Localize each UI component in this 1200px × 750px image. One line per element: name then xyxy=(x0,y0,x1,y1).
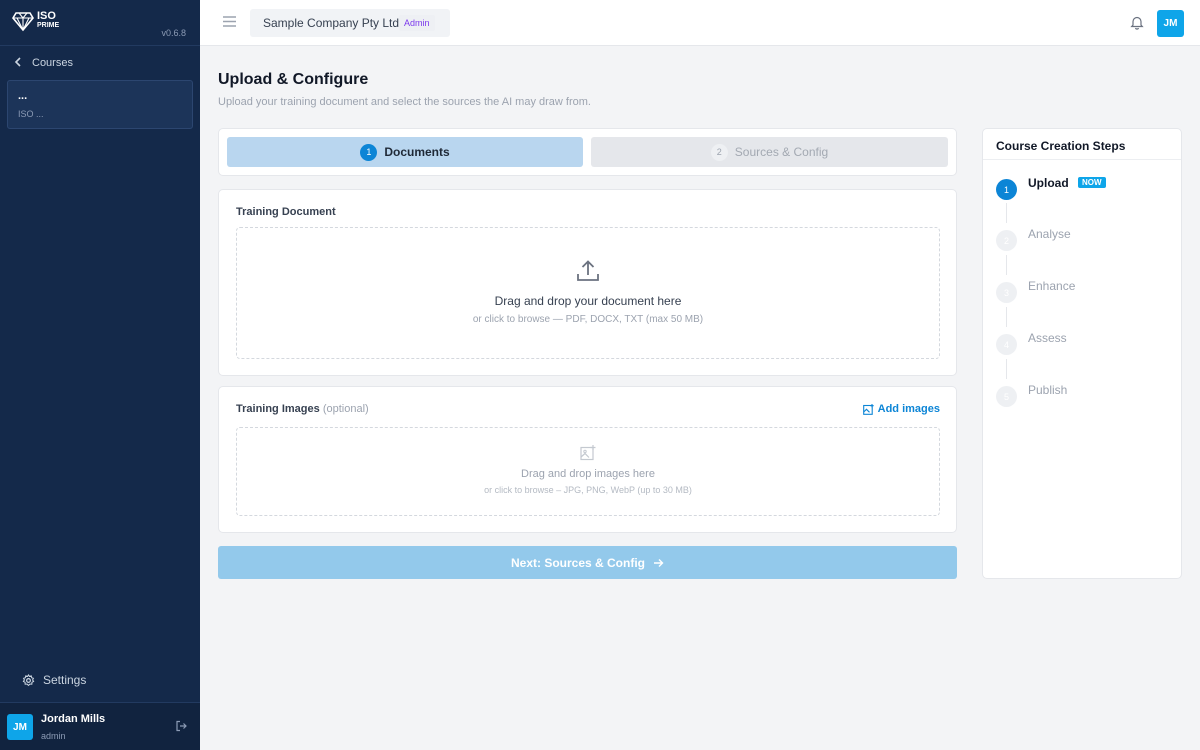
tab-number: 2 xyxy=(710,143,728,161)
image-add-icon xyxy=(862,403,874,415)
step-label-text: Upload xyxy=(1028,176,1069,190)
training-images-title: Training Images xyxy=(236,403,320,415)
next-button[interactable]: Next: Sources & Config xyxy=(218,546,957,579)
step-number: 2 xyxy=(996,230,1017,251)
next-button-label: Next: Sources & Config xyxy=(510,555,645,570)
back-link-label: Courses xyxy=(32,57,73,69)
training-document-section: Training Document Drag and drop your doc… xyxy=(218,189,957,376)
menu-toggle-icon[interactable] xyxy=(223,16,236,27)
tab-documents[interactable]: 1 Documents xyxy=(227,137,583,167)
sidebar: ISO PRIME v0.6.8 Courses ... ISO ... Set… xyxy=(0,0,200,750)
settings-link[interactable]: Settings xyxy=(22,673,86,687)
dropzone-sub-text: or click to browse – JPG, PNG, WebP (up … xyxy=(484,485,692,495)
bell-icon[interactable] xyxy=(1130,15,1144,30)
logo-line2: PRIME xyxy=(37,22,60,29)
step-label: Enhance xyxy=(1028,279,1076,293)
company-selector[interactable]: Sample Company Pty Ltd Admin xyxy=(250,9,450,37)
diamond-logo-icon xyxy=(12,12,34,32)
settings-label: Settings xyxy=(43,673,87,687)
tab-label: Sources & Config xyxy=(734,145,829,159)
top-bar: Sample Company Pty Ltd Admin JM xyxy=(200,0,1200,46)
user-avatar-button[interactable]: JM xyxy=(1157,10,1184,37)
tab-number: 1 xyxy=(360,143,378,161)
training-images-label: Training Images (optional) xyxy=(236,403,369,415)
images-dropzone[interactable]: Drag and drop images here or click to br… xyxy=(236,427,940,516)
course-subtitle: ISO ... xyxy=(18,109,44,119)
page-title: Upload & Configure xyxy=(218,71,369,88)
optional-tag: (optional) xyxy=(322,403,369,415)
logout-icon[interactable] xyxy=(175,720,187,732)
step-connector xyxy=(1006,203,1007,223)
page-subtitle: Upload your training document and select… xyxy=(218,96,591,108)
now-badge: NOW xyxy=(1078,177,1106,188)
training-document-label: Training Document xyxy=(236,206,336,218)
dropzone-main-text: Drag and drop your document here xyxy=(494,294,682,308)
dropzone-sub-text: or click to browse — PDF, DOCX, TXT (max… xyxy=(472,314,704,325)
current-course-card[interactable]: ... ISO ... xyxy=(7,80,193,129)
company-name: Sample Company Pty Ltd xyxy=(263,16,400,30)
step-label: Analyse xyxy=(1028,227,1071,241)
add-images-button[interactable]: Add images xyxy=(862,403,940,415)
dropzone-main-text: Drag and drop images here xyxy=(521,468,655,480)
step-connector xyxy=(1006,255,1007,275)
back-to-courses-link[interactable]: Courses xyxy=(14,56,73,70)
step-label: Publish xyxy=(1028,383,1068,397)
user-role: admin xyxy=(41,731,66,741)
step-number: 4 xyxy=(996,334,1017,355)
steps-panel-title: Course Creation Steps xyxy=(996,139,1126,153)
user-profile: JM Jordan Mills admin xyxy=(0,702,200,750)
avatar[interactable]: JM xyxy=(7,714,33,740)
course-title: ... xyxy=(18,90,28,102)
training-images-section: Training Images (optional) Add images Dr… xyxy=(218,386,957,533)
step-label: Upload NOW xyxy=(1028,176,1106,190)
step-connector xyxy=(1006,307,1007,327)
version-label: v0.6.8 xyxy=(161,28,186,38)
course-creation-steps-panel: Course Creation Steps 1 Upload NOW 2 Ana… xyxy=(982,128,1182,579)
sidebar-header: ISO PRIME v0.6.8 xyxy=(0,0,200,46)
step-connector xyxy=(1006,359,1007,379)
step-number: 5 xyxy=(996,386,1017,407)
arrow-right-icon xyxy=(653,558,664,568)
tab-label: Documents xyxy=(384,145,450,159)
tab-sources-config[interactable]: 2 Sources & Config xyxy=(591,137,948,167)
logo-text: ISO PRIME xyxy=(37,11,59,31)
gear-icon xyxy=(22,673,35,687)
step-number: 1 xyxy=(996,179,1017,200)
step-label: Assess xyxy=(1028,331,1067,345)
document-dropzone[interactable]: Drag and drop your document here or clic… xyxy=(236,227,940,359)
role-badge: Admin xyxy=(399,15,435,31)
divider xyxy=(983,159,1181,160)
step-number: 3 xyxy=(996,282,1017,303)
logo[interactable]: ISO PRIME xyxy=(12,10,59,32)
add-images-label: Add images xyxy=(877,403,940,415)
logo-line1: ISO xyxy=(37,10,56,22)
upload-icon xyxy=(575,258,601,284)
image-add-icon xyxy=(580,445,596,461)
chevron-left-icon xyxy=(14,56,22,70)
user-name: Jordan Mills xyxy=(41,713,106,725)
wizard-tabs: 1 Documents 2 Sources & Config xyxy=(218,128,957,176)
